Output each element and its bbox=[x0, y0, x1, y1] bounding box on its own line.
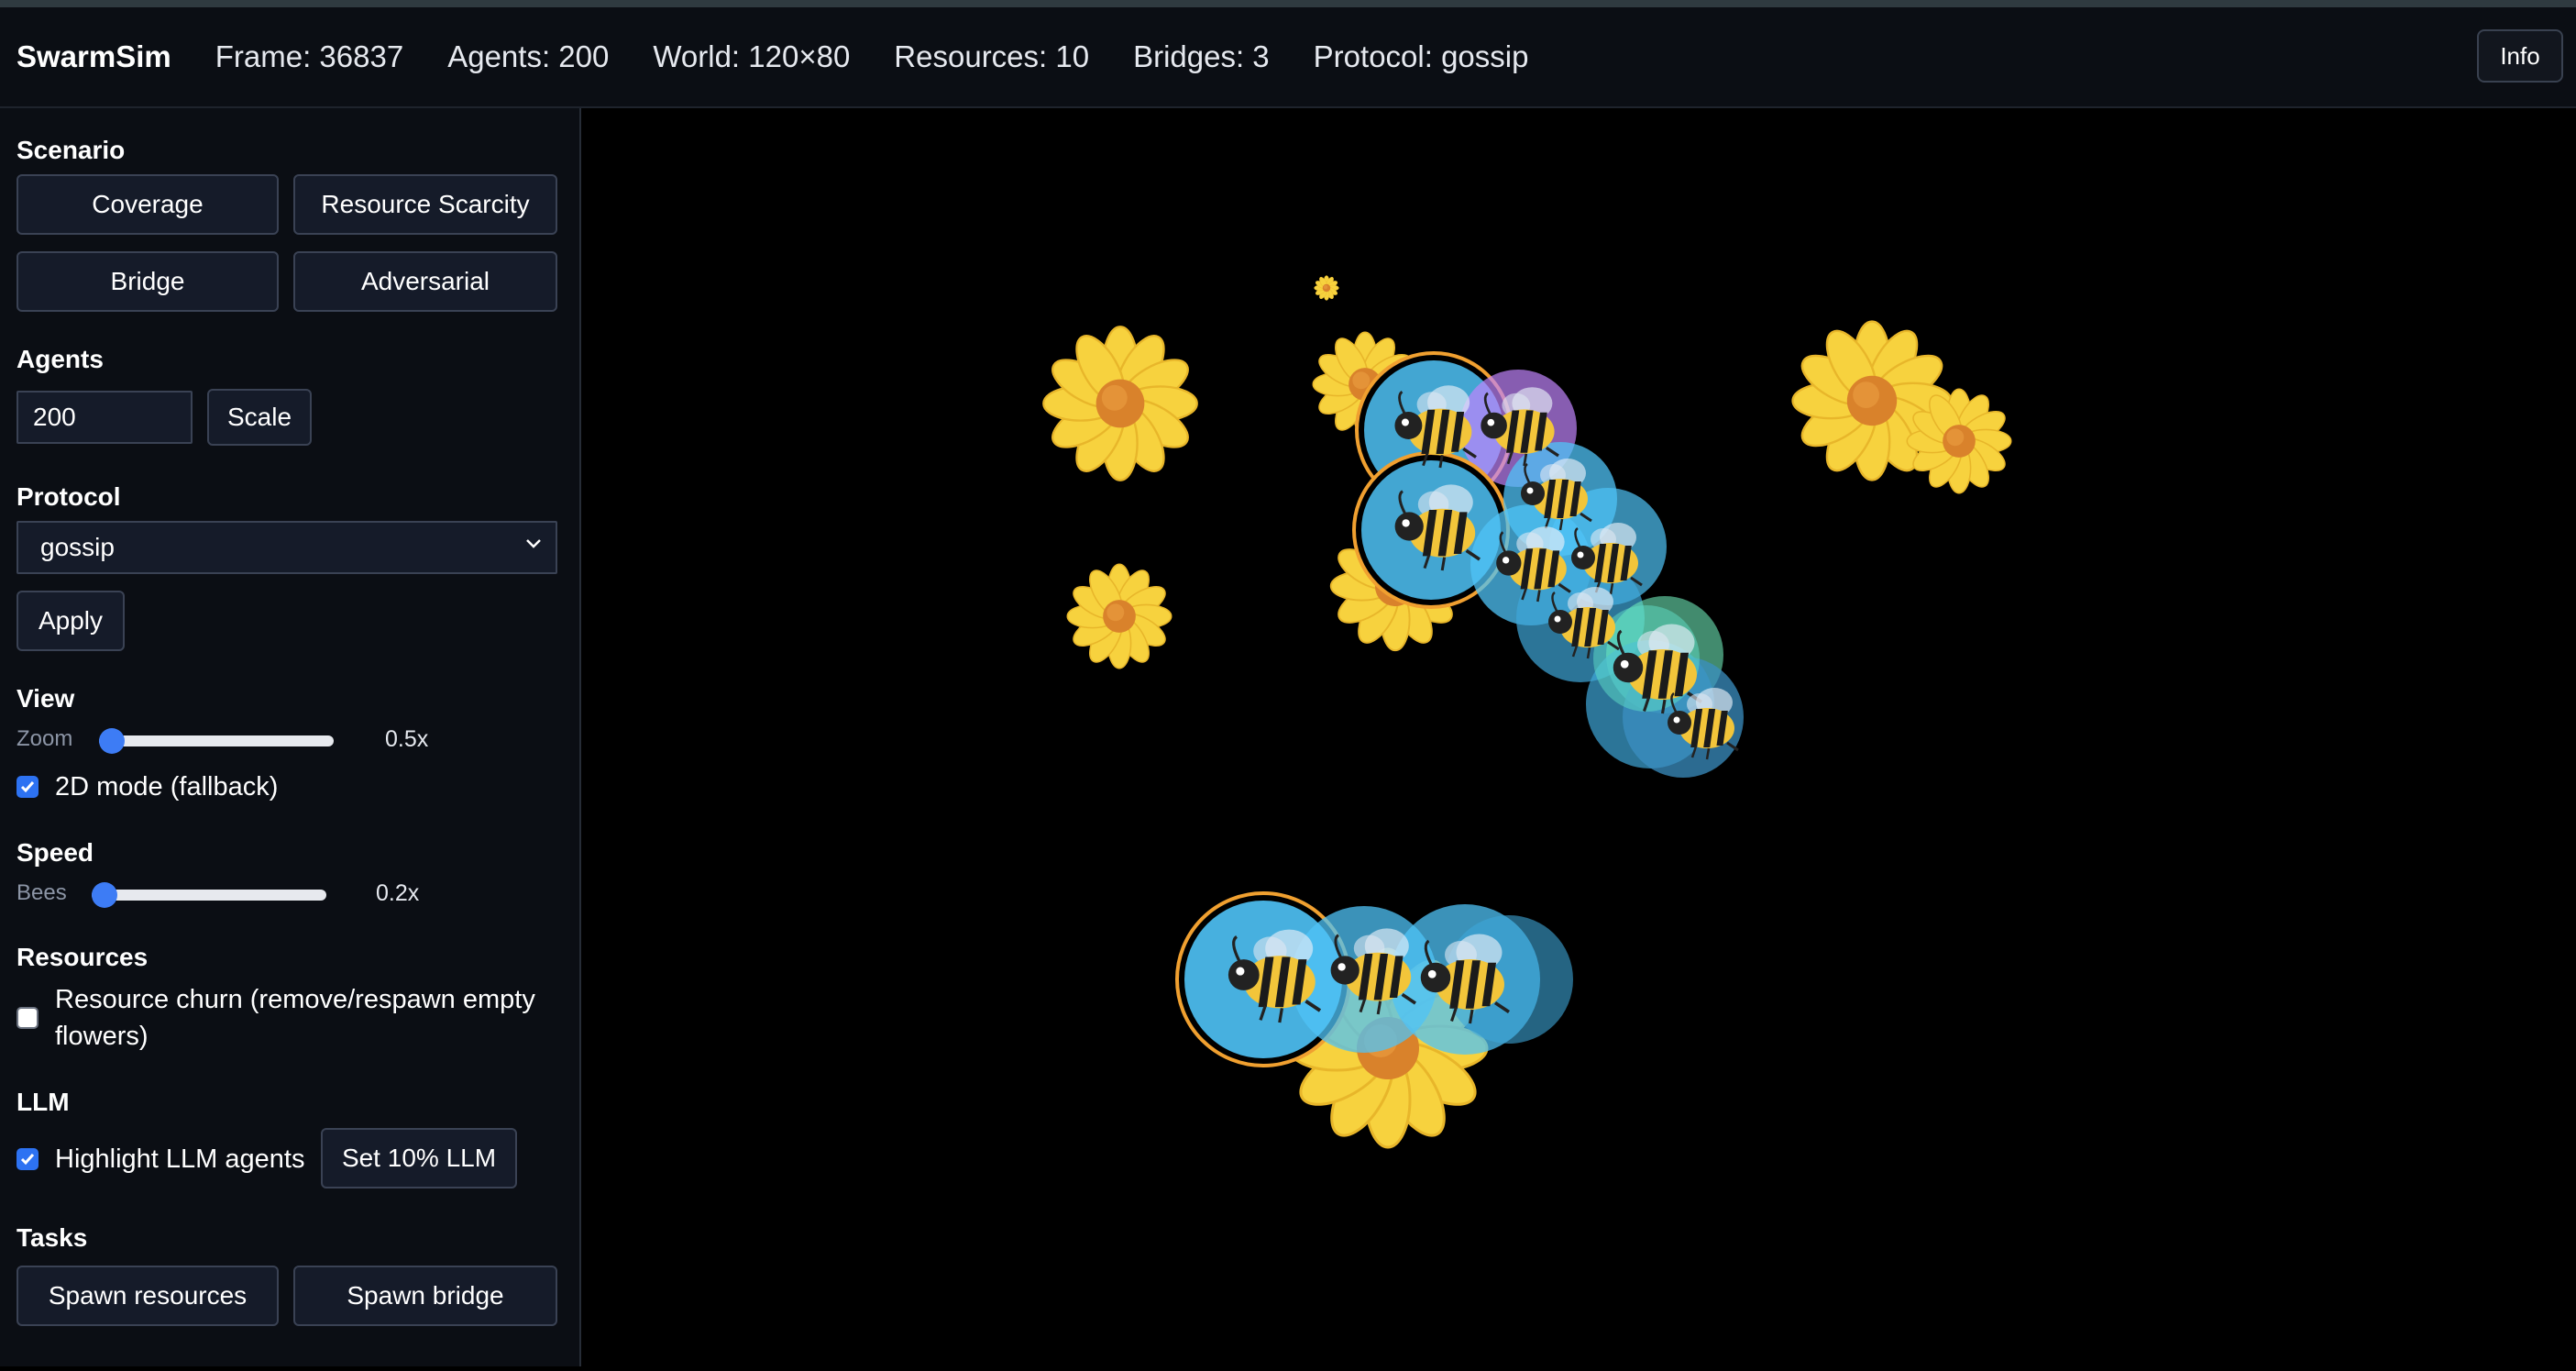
highlight-llm-label: Highlight LLM agents bbox=[55, 1144, 305, 1174]
speed-slider-thumb[interactable] bbox=[92, 882, 117, 908]
scenario-heading: Scenario bbox=[17, 136, 126, 164]
control-panel: Scenario Coverage Resource Scarcity Brid… bbox=[0, 108, 581, 1366]
mode-2d-label: 2D mode (fallback) bbox=[55, 772, 279, 802]
zoom-slider-track[interactable] bbox=[99, 735, 334, 746]
checkmark-icon bbox=[20, 781, 35, 793]
protocol-heading: Protocol bbox=[17, 482, 121, 511]
mode-2d-checkbox[interactable] bbox=[17, 776, 39, 798]
window-top-strip bbox=[0, 0, 2576, 7]
chevron-down-icon bbox=[526, 539, 541, 548]
protocol-status: Protocol: gossip bbox=[1313, 39, 1529, 73]
tasks-heading: Tasks bbox=[17, 1223, 88, 1252]
app-title: SwarmSim bbox=[17, 39, 171, 73]
resource-churn-checkbox[interactable] bbox=[17, 1007, 39, 1029]
checkmark-icon bbox=[20, 1154, 35, 1166]
set-10-percent-llm-button[interactable]: Set 10% LLM bbox=[321, 1128, 517, 1189]
info-button[interactable]: Info bbox=[2477, 29, 2563, 83]
agents-heading: Agents bbox=[17, 345, 104, 373]
resource-churn-label-line2: flowers) bbox=[55, 1022, 149, 1051]
agents-count: Agents: 200 bbox=[447, 39, 610, 73]
highlight-llm-checkbox[interactable] bbox=[17, 1148, 39, 1170]
zoom-value: 0.5x bbox=[385, 726, 429, 752]
bridge-scenario-button[interactable]: Bridge bbox=[17, 251, 279, 312]
world-size: World: 120×80 bbox=[653, 39, 851, 73]
resources-count: Resources: 10 bbox=[894, 39, 1090, 73]
speed-heading: Speed bbox=[17, 838, 94, 867]
resource-scarcity-button[interactable]: Resource Scarcity bbox=[293, 174, 557, 235]
spawn-resources-button[interactable]: Spawn resources bbox=[17, 1266, 279, 1326]
agent-count-input[interactable] bbox=[17, 391, 193, 444]
protocol-select[interactable]: gossip bbox=[17, 521, 557, 574]
bridges-count: Bridges: 3 bbox=[1133, 39, 1270, 73]
apply-button[interactable]: Apply bbox=[17, 591, 125, 651]
zoom-label: Zoom bbox=[17, 726, 73, 751]
spawn-bridge-button[interactable]: Spawn bridge bbox=[293, 1266, 557, 1326]
flower-icon[interactable] bbox=[1042, 326, 1198, 481]
bees-speed-value: 0.2x bbox=[376, 880, 420, 906]
llm-heading: LLM bbox=[17, 1088, 70, 1116]
simulation-canvas[interactable] bbox=[583, 108, 2576, 1366]
resources-heading: Resources bbox=[17, 943, 149, 971]
scale-button[interactable]: Scale bbox=[207, 389, 312, 446]
bees-speed-label: Bees bbox=[17, 880, 67, 905]
adversarial-button[interactable]: Adversarial bbox=[293, 251, 557, 312]
protocol-select-value: gossip bbox=[40, 533, 115, 561]
speed-slider-track[interactable] bbox=[92, 890, 326, 901]
frame-counter: Frame: 36837 bbox=[215, 39, 404, 73]
resource-churn-label-line1: Resource churn (remove/respawn empty bbox=[55, 985, 535, 1014]
flower-icon[interactable] bbox=[1314, 275, 1339, 301]
view-heading: View bbox=[17, 684, 75, 713]
flower-icon[interactable] bbox=[1066, 563, 1172, 669]
zoom-slider-thumb[interactable] bbox=[99, 728, 125, 754]
world-view[interactable] bbox=[583, 108, 2576, 1366]
top-bar: SwarmSim Frame: 36837 Agents: 200 World:… bbox=[0, 7, 2576, 108]
coverage-button[interactable]: Coverage bbox=[17, 174, 279, 235]
